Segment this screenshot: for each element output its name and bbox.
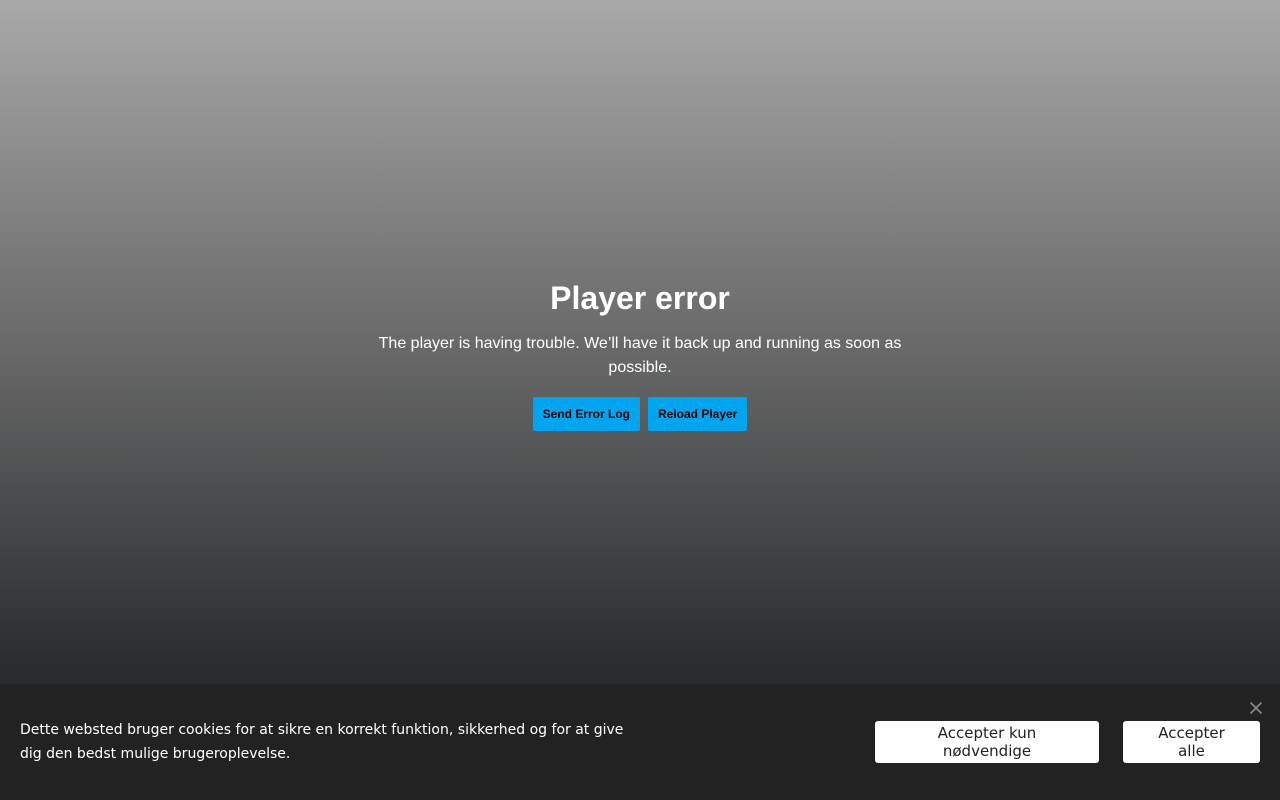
player-error-panel: Player error The player is having troubl… [0,278,1280,431]
accept-all-button[interactable]: Accepter alle [1123,721,1260,763]
player-error-title: Player error [550,280,730,316]
cookie-banner-text: Dette websted bruger cookies for at sikr… [20,722,624,762]
player-error-message: The player is having trouble. We’ll have… [378,335,902,376]
reload-player-button[interactable]: Reload Player [647,397,748,431]
close-icon [1250,702,1262,714]
player-error-actions: Send Error Log Reload Player [0,397,1280,431]
cookie-close-button[interactable] [1246,698,1266,718]
cookie-banner: Dette websted bruger cookies for at sikr… [0,684,1280,800]
send-error-log-button[interactable]: Send Error Log [532,397,640,431]
accept-necessary-button[interactable]: Accepter kun nødvendige [875,721,1099,763]
